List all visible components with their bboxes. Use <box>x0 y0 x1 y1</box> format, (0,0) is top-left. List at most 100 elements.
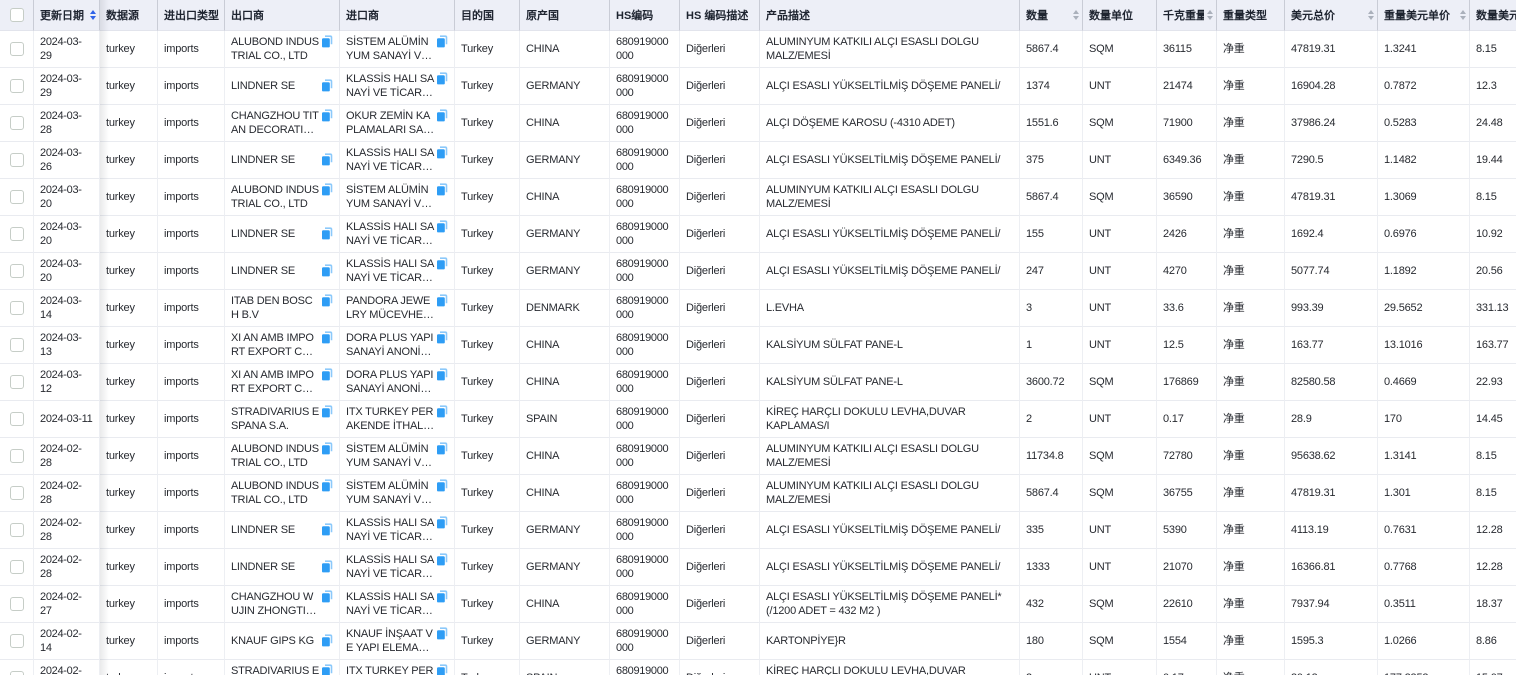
copy-icon[interactable] <box>321 153 333 166</box>
copy-icon[interactable] <box>321 368 333 381</box>
cell-quantity: 335 <box>1020 512 1083 549</box>
copy-icon[interactable] <box>321 227 333 240</box>
sort-icon-quantity[interactable] <box>1070 10 1079 20</box>
copy-icon[interactable] <box>436 442 448 455</box>
sort-icon-usd_total[interactable] <box>1365 10 1374 20</box>
sort-icon-update_date[interactable] <box>87 10 96 20</box>
copy-icon[interactable] <box>436 516 448 529</box>
row-checkbox[interactable] <box>10 375 24 389</box>
product-text: ALÇI ESASLI YÜKSELTİLMİŞ DÖŞEME PANELİ/ <box>766 153 1013 167</box>
table-row: 2024-03-20turkeyimportsLINDNER SEKLASSİS… <box>0 253 1516 290</box>
cell-destination: Turkey <box>455 549 520 586</box>
column-header-kg_weight[interactable]: 千克重量 <box>1157 0 1217 31</box>
copy-icon[interactable] <box>321 523 333 536</box>
row-checkbox[interactable] <box>10 301 24 315</box>
copy-icon[interactable] <box>321 35 333 48</box>
copy-icon[interactable] <box>436 35 448 48</box>
row-checkbox[interactable] <box>10 227 24 241</box>
row-checkbox[interactable] <box>10 190 24 204</box>
exporter-text: STRADIVARIUS ESPANA S.A. <box>231 664 333 675</box>
cell-quantity: 432 <box>1020 586 1083 623</box>
copy-icon[interactable] <box>321 634 333 647</box>
copy-icon[interactable] <box>321 590 333 603</box>
cell-quantity: 5867.4 <box>1020 31 1083 68</box>
select-all-checkbox[interactable] <box>10 8 24 22</box>
copy-icon[interactable] <box>321 79 333 92</box>
cell-quantity: 2 <box>1020 660 1083 675</box>
column-header-update_date[interactable]: 更新日期 <box>34 0 100 31</box>
row-checkbox[interactable] <box>10 523 24 537</box>
exporter-text: ALUBOND INDUSTRIAL CO., LTD <box>231 35 333 63</box>
cell-trade_type: imports <box>158 179 225 216</box>
copy-icon[interactable] <box>436 146 448 159</box>
copy-icon[interactable] <box>436 479 448 492</box>
copy-icon[interactable] <box>436 109 448 122</box>
table-row: 2024-03-12turkeyimportsXI AN AMB IMPORT … <box>0 364 1516 401</box>
copy-icon[interactable] <box>436 220 448 233</box>
row-checkbox[interactable] <box>10 671 24 675</box>
copy-icon[interactable] <box>436 183 448 196</box>
copy-icon[interactable] <box>321 442 333 455</box>
cell-usd_unit_qty: 8.86 <box>1470 623 1516 660</box>
cell-importer: KLASSİS HALI SANAYİ VE TİCARET ANONİM <box>340 253 455 290</box>
copy-icon[interactable] <box>436 294 448 307</box>
sort-icon-kg_weight[interactable] <box>1204 10 1213 20</box>
cell-weight_type: 净重 <box>1217 68 1285 105</box>
cell-update_date: 2024-02-28 <box>34 475 100 512</box>
cell-product: ALÇI ESASLI YÜKSELTİLMİŞ DÖŞEME PANELİ/ <box>760 216 1020 253</box>
importer-text: SİSTEM ALÜMİNYUM SANAYİ VE TİCARET A <box>346 479 448 507</box>
copy-icon[interactable] <box>436 368 448 381</box>
row-checkbox[interactable] <box>10 338 24 352</box>
column-label-hs_code: HS编码 <box>616 7 653 23</box>
copy-icon[interactable] <box>321 664 333 675</box>
row-checkbox[interactable] <box>10 597 24 611</box>
cell-usd_unit_qty: 8.15 <box>1470 438 1516 475</box>
cell-usd_total: 16366.81 <box>1285 549 1378 586</box>
cell-usd_unit_weight: 170 <box>1378 401 1470 438</box>
cell-usd_total: 1595.3 <box>1285 623 1378 660</box>
row-checkbox[interactable] <box>10 560 24 574</box>
column-header-usd_unit_qty[interactable]: 数量美元单价 <box>1470 0 1516 31</box>
copy-icon[interactable] <box>321 109 333 122</box>
exporter-text: ITAB DEN BOSCH B.V <box>231 294 333 322</box>
cell-quantity: 3600.72 <box>1020 364 1083 401</box>
copy-icon[interactable] <box>321 264 333 277</box>
copy-icon[interactable] <box>321 294 333 307</box>
sort-icon-usd_unit_weight[interactable] <box>1457 10 1466 20</box>
copy-icon[interactable] <box>436 257 448 270</box>
copy-icon[interactable] <box>321 183 333 196</box>
copy-icon[interactable] <box>436 72 448 85</box>
column-header-quantity[interactable]: 数量 <box>1020 0 1083 31</box>
cell-kg_weight: 21070 <box>1157 549 1217 586</box>
copy-icon[interactable] <box>321 479 333 492</box>
table-row: 2024-02-28turkeyimportsLINDNER SEKLASSİS… <box>0 549 1516 586</box>
row-checkbox[interactable] <box>10 486 24 500</box>
cell-exporter: CHANGZHOU TITAN DECORATION MATERIAL <box>225 105 340 142</box>
row-checkbox[interactable] <box>10 153 24 167</box>
cell-update_date: 2024-03-11 <box>34 401 100 438</box>
row-checkbox[interactable] <box>10 79 24 93</box>
table-row: 2024-03-13turkeyimportsXI AN AMB IMPORT … <box>0 327 1516 364</box>
table-row: 2024-03-14turkeyimportsITAB DEN BOSCH B.… <box>0 290 1516 327</box>
copy-icon[interactable] <box>436 553 448 566</box>
copy-icon[interactable] <box>321 331 333 344</box>
copy-icon[interactable] <box>321 560 333 573</box>
row-checkbox[interactable] <box>10 634 24 648</box>
copy-icon[interactable] <box>436 331 448 344</box>
cell-quantity: 1 <box>1020 327 1083 364</box>
copy-icon[interactable] <box>436 590 448 603</box>
row-checkbox[interactable] <box>10 42 24 56</box>
row-checkbox[interactable] <box>10 412 24 426</box>
cell-select <box>0 290 34 327</box>
row-checkbox[interactable] <box>10 449 24 463</box>
copy-icon[interactable] <box>436 405 448 418</box>
cell-usd_unit_weight: 13.1016 <box>1378 327 1470 364</box>
column-header-usd_unit_weight[interactable]: 重量美元单价 <box>1378 0 1470 31</box>
copy-icon[interactable] <box>436 664 448 675</box>
row-checkbox[interactable] <box>10 264 24 278</box>
column-header-usd_total[interactable]: 美元总价 <box>1285 0 1378 31</box>
row-checkbox[interactable] <box>10 116 24 130</box>
copy-icon[interactable] <box>436 627 448 640</box>
cell-usd_total: 37986.24 <box>1285 105 1378 142</box>
copy-icon[interactable] <box>321 405 333 418</box>
